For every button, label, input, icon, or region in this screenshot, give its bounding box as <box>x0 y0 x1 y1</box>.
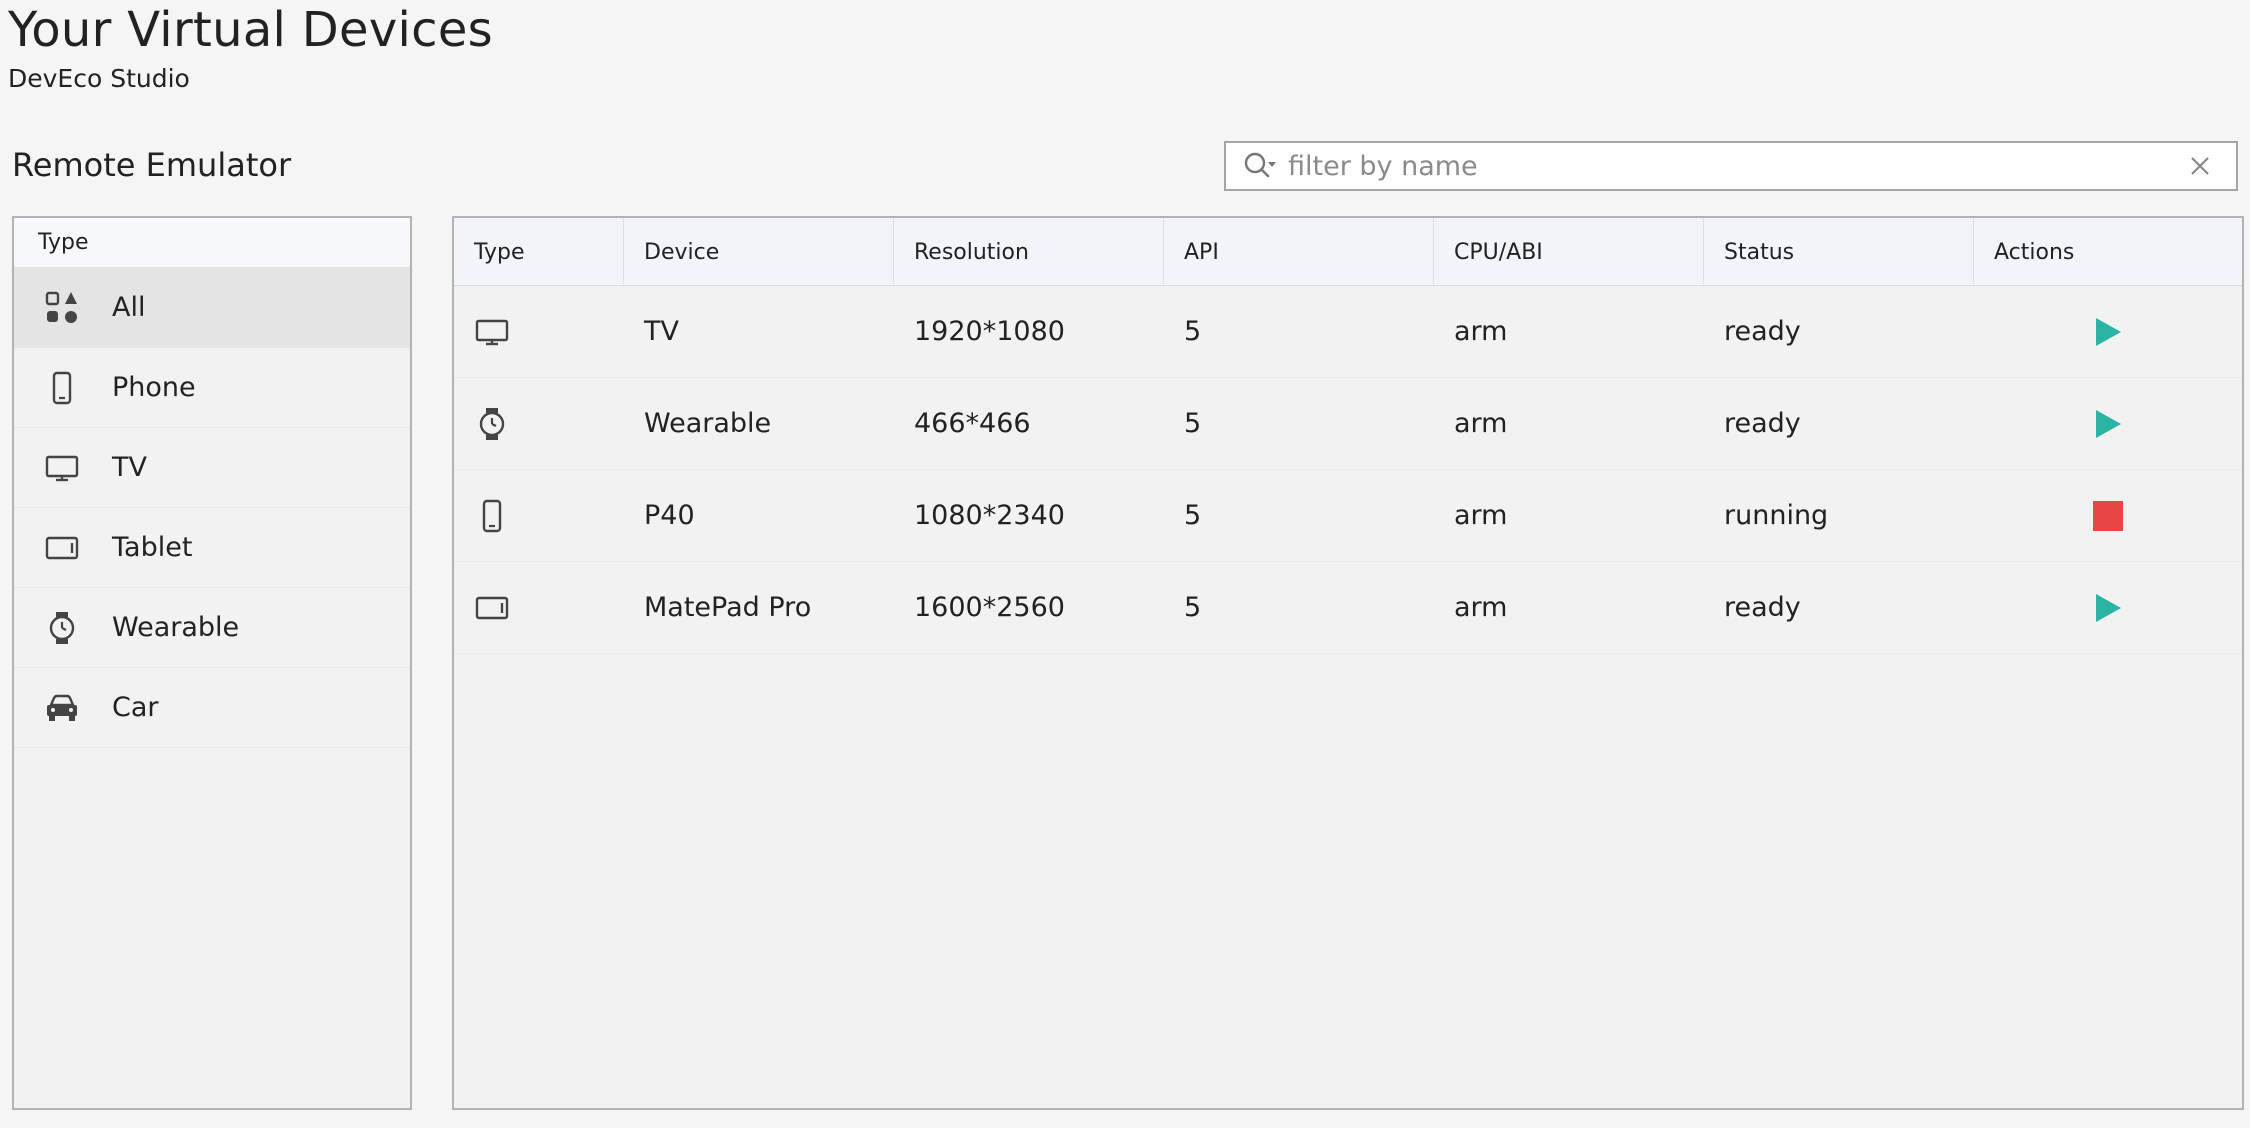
type-item-all[interactable]: All <box>14 268 410 348</box>
device-api: 5 <box>1184 592 1202 623</box>
column-header-cpu-abi[interactable]: CPU/ABI <box>1434 218 1704 286</box>
type-item-tablet[interactable]: Tablet <box>14 508 410 588</box>
device-api: 5 <box>1184 500 1202 531</box>
phone-icon <box>474 498 510 534</box>
device-resolution: 1600*2560 <box>914 592 1065 623</box>
device-api: 5 <box>1184 408 1202 439</box>
device-name: TV <box>644 316 679 347</box>
device-name: Wearable <box>644 408 772 439</box>
table-header: Type Device Resolution API CPU/ABI Statu… <box>454 218 2242 286</box>
type-panel-header: Type <box>14 218 410 268</box>
stop-icon <box>2093 500 2123 531</box>
type-item-tv[interactable]: TV <box>14 428 410 508</box>
tv-icon <box>42 448 82 488</box>
type-item-label: Tablet <box>112 532 193 563</box>
type-filter-panel: Type All Phone TV Tablet Wearable Car <box>12 216 412 1110</box>
type-item-label: All <box>112 292 146 323</box>
page-subtitle: DevEco Studio <box>8 64 190 93</box>
virtual-devices-page: Your Virtual Devices DevEco Studio Remot… <box>0 0 2250 1128</box>
play-button[interactable] <box>2090 590 2126 626</box>
device-name: MatePad Pro <box>644 592 812 623</box>
tablet-icon <box>474 590 510 626</box>
column-header-type[interactable]: Type <box>454 218 624 286</box>
device-api: 5 <box>1184 316 1202 347</box>
all-categories-icon <box>42 288 82 328</box>
device-cpu: arm <box>1454 316 1508 347</box>
device-cpu: arm <box>1454 500 1508 531</box>
type-item-label: Wearable <box>112 612 240 643</box>
device-cpu: arm <box>1454 408 1508 439</box>
device-status: running <box>1724 500 1829 531</box>
car-icon <box>42 688 82 728</box>
section-title: Remote Emulator <box>12 146 292 184</box>
play-icon <box>2096 593 2121 622</box>
table-row[interactable]: Wearable 466*466 5 arm ready <box>454 378 2242 470</box>
device-name: P40 <box>644 500 695 531</box>
type-item-phone[interactable]: Phone <box>14 348 410 428</box>
device-resolution: 1920*1080 <box>914 316 1065 347</box>
close-icon[interactable] <box>2178 144 2222 188</box>
type-item-label: TV <box>112 452 147 483</box>
device-resolution: 466*466 <box>914 408 1031 439</box>
type-item-car[interactable]: Car <box>14 668 410 748</box>
type-item-wearable[interactable]: Wearable <box>14 588 410 668</box>
column-header-status[interactable]: Status <box>1704 218 1974 286</box>
table-row[interactable]: MatePad Pro 1600*2560 5 arm ready <box>454 562 2242 654</box>
device-status: ready <box>1724 316 1801 347</box>
tablet-icon <box>42 528 82 568</box>
column-header-actions[interactable]: Actions <box>1974 218 2242 286</box>
search-input[interactable] <box>1282 143 2178 189</box>
column-header-device[interactable]: Device <box>624 218 894 286</box>
device-cpu: arm <box>1454 592 1508 623</box>
search-icon[interactable] <box>1236 143 1282 189</box>
play-icon <box>2096 317 2121 346</box>
search-box[interactable] <box>1224 141 2238 191</box>
play-button[interactable] <box>2090 314 2126 350</box>
play-icon <box>2096 409 2121 438</box>
column-header-resolution[interactable]: Resolution <box>894 218 1164 286</box>
stop-button[interactable] <box>2090 498 2126 534</box>
device-table: Type Device Resolution API CPU/ABI Statu… <box>452 216 2244 1110</box>
column-header-api[interactable]: API <box>1164 218 1434 286</box>
watch-icon <box>474 406 510 442</box>
device-status: ready <box>1724 408 1801 439</box>
page-title: Your Virtual Devices <box>8 2 493 58</box>
device-status: ready <box>1724 592 1801 623</box>
type-item-label: Car <box>112 692 159 723</box>
play-button[interactable] <box>2090 406 2126 442</box>
table-row[interactable]: TV 1920*1080 5 arm ready <box>454 286 2242 378</box>
watch-icon <box>42 608 82 648</box>
device-resolution: 1080*2340 <box>914 500 1065 531</box>
tv-icon <box>474 314 510 350</box>
table-row[interactable]: P40 1080*2340 5 arm running <box>454 470 2242 562</box>
type-item-label: Phone <box>112 372 196 403</box>
phone-icon <box>42 368 82 408</box>
